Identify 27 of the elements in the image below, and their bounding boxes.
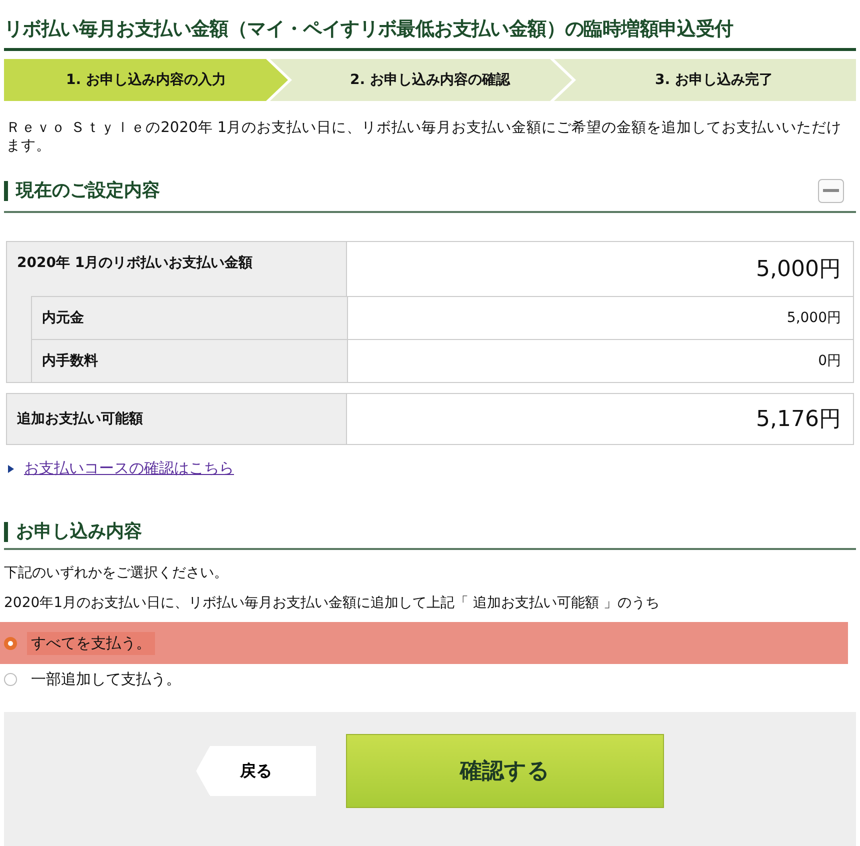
description-text: 2020年1月のお支払い日に、リボ払い毎月お支払い金額に追加して上記「 追加お支払い可能額 」のうち	[4, 594, 660, 612]
table-header-cell: 内元金	[32, 296, 348, 339]
collapse-button[interactable]	[818, 179, 844, 203]
step-indicator: 1. お申し込み内容の入力	[4, 59, 288, 101]
table-cell: 5,000円	[348, 296, 853, 339]
radio-option[interactable]: 一部追加して支払う。	[0, 664, 848, 694]
minus-icon	[823, 189, 839, 193]
triangle-bullet-icon	[8, 464, 14, 472]
page-title: リボ払い毎月お支払い金額（マイ・ペイすリボ最低お支払い金額）の臨時増額申込受付	[4, 16, 856, 51]
radio-option[interactable]: すべてを支払う。	[0, 622, 848, 664]
section-heading: お申し込み内容	[4, 522, 142, 542]
table-header-cell: 追加お支払い可能額	[7, 394, 347, 444]
step-indicator: 2. お申し込み内容の確認	[270, 59, 572, 101]
intro-text: Ｒｅｖｏ Ｓｔｙｌｅの2020年 1月のお支払い日に、リボ払い毎月お支払い金額にご希望の金額を追加してお支払いいただけます。	[6, 119, 843, 155]
table-header-cell: 2020年 1月のリボ払いお支払い金額	[7, 242, 347, 296]
table-cell-text: 5,000円	[755, 256, 842, 284]
table-cell: 0円	[348, 339, 853, 382]
confirm-button[interactable]: 確認する	[346, 734, 664, 808]
back-button[interactable]: 戻る	[196, 746, 316, 796]
step-indicator: 3. お申し込み完了	[554, 59, 856, 101]
course-link[interactable]: お支払いコースの確認はこちら	[24, 459, 234, 478]
instruction-text: 下記のいずれかをご選択ください。	[4, 564, 229, 582]
radio-button[interactable]	[4, 672, 17, 686]
table-cell-text: 5,176円	[755, 406, 842, 434]
section-heading: 現在のご設定内容	[4, 181, 160, 201]
radio-button[interactable]	[4, 636, 17, 650]
table-header-cell: 内手数料	[32, 339, 348, 382]
